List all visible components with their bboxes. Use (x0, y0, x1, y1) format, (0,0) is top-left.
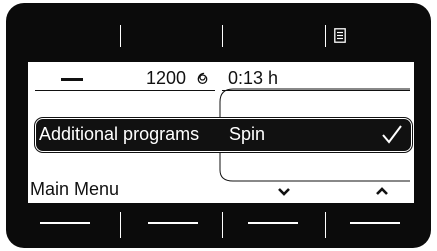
additional-programs-label: Additional programs (39, 124, 200, 144)
top-divider-3 (325, 25, 326, 47)
bottom-divider-1 (120, 212, 121, 238)
spin-option: Spin (229, 124, 266, 144)
softkey-bar-3[interactable] (248, 222, 298, 224)
checkmark-icon (381, 124, 403, 144)
lcd-display: 1200 0:13 h Additional programs Spin Mai… (28, 62, 414, 203)
softkey-bar-1[interactable] (40, 222, 90, 224)
top-divider-2 (222, 25, 223, 47)
chevron-down-icon[interactable] (277, 187, 291, 196)
bottom-divider-3 (325, 212, 326, 238)
softkey-bar-4[interactable] (350, 222, 400, 224)
bottom-divider-2 (222, 212, 223, 238)
main-menu-label[interactable]: Main Menu (30, 179, 119, 199)
additional-programs-row[interactable]: Additional programs Spin (36, 119, 411, 151)
chevron-up-icon[interactable] (375, 187, 389, 196)
softkey-bar-2[interactable] (148, 222, 198, 224)
top-divider-1 (120, 25, 121, 47)
document-list-icon[interactable] (334, 28, 346, 43)
